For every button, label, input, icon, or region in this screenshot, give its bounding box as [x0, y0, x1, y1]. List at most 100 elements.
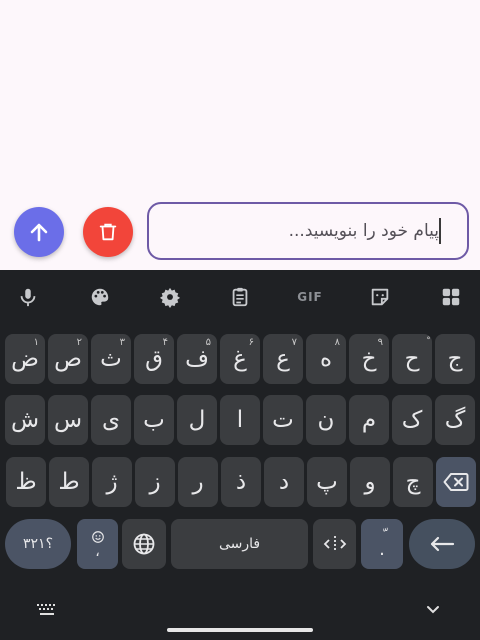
key-label: س — [53, 407, 83, 433]
key-alef[interactable]: ا — [220, 395, 260, 445]
key-jim[interactable]: ج — [435, 334, 475, 384]
key-hint: ۵ — [205, 337, 211, 348]
emoji-comma-key[interactable]: ، — [77, 519, 118, 569]
gear-icon[interactable] — [157, 284, 183, 310]
message-input[interactable]: پیام خود را بنویسید... — [147, 202, 469, 260]
key-mim[interactable]: م — [349, 395, 389, 445]
enter-key[interactable] — [409, 519, 475, 569]
key-khe[interactable]: ۹خ — [349, 334, 389, 384]
key-he[interactable]: ۸ه — [306, 334, 346, 384]
key-label: ل — [188, 407, 206, 433]
navigation-bar — [0, 590, 480, 640]
key-kaf[interactable]: ک — [392, 395, 432, 445]
key-label: ع — [276, 346, 290, 372]
key-label: ، — [95, 544, 100, 560]
key-label: ظ — [15, 469, 37, 495]
key-label: د — [278, 469, 290, 495]
key-sad[interactable]: ۲ص — [48, 334, 88, 384]
key-label: ح — [404, 346, 420, 372]
key-gheyn[interactable]: ۶غ — [220, 334, 260, 384]
key-fe[interactable]: ۵ف — [177, 334, 217, 384]
key-label: خ — [361, 346, 377, 372]
key-ta[interactable]: ط — [49, 457, 89, 507]
cursor-move-icon — [323, 536, 346, 552]
key-zal[interactable]: ذ — [221, 457, 261, 507]
key-dal[interactable]: د — [264, 457, 304, 507]
key-label: پ — [316, 469, 338, 495]
apps-grid-icon[interactable] — [438, 284, 464, 310]
key-za[interactable]: ظ — [6, 457, 46, 507]
delete-button[interactable] — [83, 207, 133, 257]
key-label: ب — [143, 407, 165, 433]
key-label: چ — [405, 469, 421, 495]
key-hint: ۴ — [162, 337, 168, 348]
key-label: غ — [233, 346, 247, 372]
palette-icon[interactable] — [87, 284, 113, 310]
sticker-icon[interactable] — [367, 284, 393, 310]
send-button[interactable] — [14, 207, 64, 257]
key-hint: ۹ — [377, 337, 383, 348]
chat-app: پیام خود را بنویسید... — [0, 0, 480, 270]
trash-icon — [99, 223, 117, 241]
key-label: و — [364, 469, 376, 495]
key-sin[interactable]: س — [48, 395, 88, 445]
clipboard-icon[interactable] — [227, 284, 253, 310]
key-label: فارسی — [218, 536, 261, 552]
key-label: م — [361, 407, 377, 433]
key-be[interactable]: ب — [134, 395, 174, 445]
period-key[interactable]: ّ . — [361, 519, 403, 569]
key-label: ج — [447, 346, 463, 372]
key-label: ر — [192, 469, 204, 495]
key-gaf[interactable]: گ — [435, 395, 475, 445]
cursor-key[interactable] — [313, 519, 356, 569]
key-shin[interactable]: ش — [5, 395, 45, 445]
key-he-jimi[interactable]: ْح — [392, 334, 432, 384]
message-placeholder: پیام خود را بنویسید... — [288, 221, 439, 241]
key-label: ت — [272, 407, 294, 433]
key-label: ش — [10, 407, 40, 433]
key-che[interactable]: چ — [393, 457, 433, 507]
key-nun[interactable]: ن — [306, 395, 346, 445]
key-label: ط — [58, 469, 80, 495]
keyboard-switch-icon[interactable] — [36, 602, 58, 616]
key-hint: ۶ — [248, 337, 254, 348]
key-hint: ۳ — [119, 337, 125, 348]
key-re[interactable]: ر — [178, 457, 218, 507]
smiley-icon — [91, 531, 104, 543]
key-pe[interactable]: پ — [307, 457, 347, 507]
key-eyn[interactable]: ۷ع — [263, 334, 303, 384]
key-zad[interactable]: ۱ض — [5, 334, 45, 384]
space-key[interactable]: فارسی — [171, 519, 308, 569]
gif-icon[interactable]: GIF — [294, 284, 326, 310]
key-label: ض — [11, 346, 39, 372]
key-ye[interactable]: ی — [91, 395, 131, 445]
key-label: ذ — [235, 469, 247, 495]
key-zhe[interactable]: ژ — [92, 457, 132, 507]
key-se[interactable]: ۳ث — [91, 334, 131, 384]
key-label: ژ — [106, 469, 118, 495]
key-label: ا — [236, 407, 244, 433]
key-hint: ۲ — [76, 337, 82, 348]
key-ze[interactable]: ز — [135, 457, 175, 507]
arrow-up-icon — [30, 223, 48, 242]
key-hint: ۷ — [291, 337, 297, 348]
key-label: ک — [401, 407, 423, 433]
backspace-key[interactable] — [436, 457, 476, 507]
key-label: ث — [100, 346, 122, 372]
key-te[interactable]: ت — [263, 395, 303, 445]
enter-arrow-icon — [430, 536, 455, 552]
key-ghaf[interactable]: ۴ق — [134, 334, 174, 384]
mic-icon[interactable] — [15, 284, 41, 310]
key-label: . — [379, 539, 385, 560]
key-label: ق — [145, 346, 163, 372]
hide-keyboard-icon[interactable] — [424, 602, 442, 616]
language-key[interactable] — [122, 519, 166, 569]
key-hint: ۸ — [334, 337, 340, 348]
keyboard-toolbar: GIF — [0, 270, 480, 324]
key-label: ؟۳۲۱ — [23, 536, 53, 552]
key-lam[interactable]: ل — [177, 395, 217, 445]
key-label: ن — [317, 407, 335, 433]
key-vav[interactable]: و — [350, 457, 390, 507]
symbols-key[interactable]: ؟۳۲۱ — [5, 519, 71, 569]
home-indicator[interactable] — [167, 628, 313, 632]
